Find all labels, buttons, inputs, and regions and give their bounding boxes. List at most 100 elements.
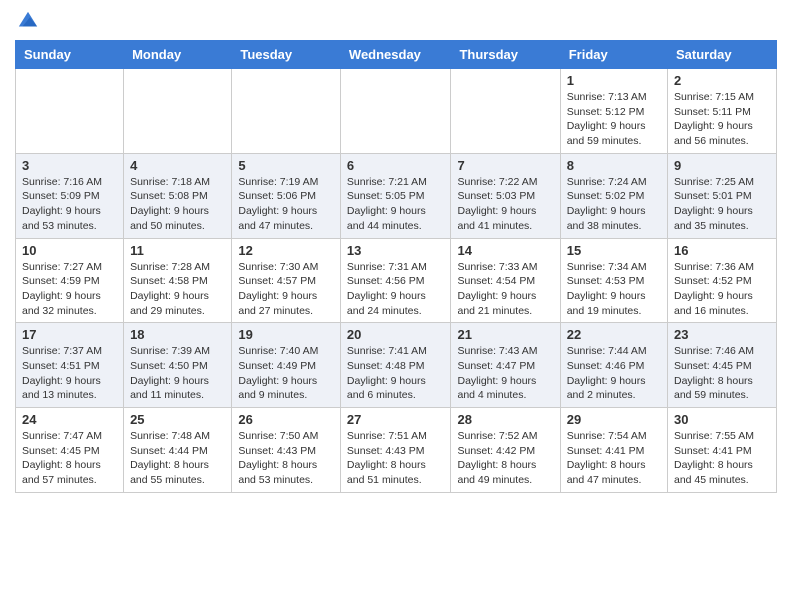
day-cell: 15Sunrise: 7:34 AM Sunset: 4:53 PM Dayli…: [560, 238, 667, 323]
day-cell: 18 Sunrise: 7:39 AM Sunset: 4:50 PM Dayli…: [124, 323, 232, 408]
calendar-body: 1Sunrise: 7:13 AM Sunset: 5:12 PM Daylig…: [16, 69, 777, 493]
day-cell: 11 Sunrise: 7:28 AM Sunset: 4:58 PM Dayli…: [124, 238, 232, 323]
calendar: Sunday Monday Tuesday Wednesday Thursday…: [15, 40, 777, 493]
day-cell: 21Sunrise: 7:43 AM Sunset: 4:47 PM Dayli…: [451, 323, 560, 408]
day-cell: [340, 69, 451, 154]
day-info: Sunrise: 7:39 AM Sunset: 4:50 PM Dayligh…: [130, 344, 225, 403]
day-number: 1: [567, 73, 661, 88]
day-number: 25: [130, 412, 225, 427]
week-row-1: 1Sunrise: 7:13 AM Sunset: 5:12 PM Daylig…: [16, 69, 777, 154]
weekday-row: Sunday Monday Tuesday Wednesday Thursday…: [16, 41, 777, 69]
day-number: 12: [238, 243, 334, 258]
col-tuesday: Tuesday: [232, 41, 341, 69]
day-cell: 14 Sunrise: 7:33 AM Sunset: 4:54 PM Dayli…: [451, 238, 560, 323]
day-info: Sunrise: 7:16 AM Sunset: 5:09 PM Dayligh…: [22, 175, 117, 234]
day-cell: [232, 69, 341, 154]
day-number: 30: [674, 412, 770, 427]
day-number: 16: [674, 243, 770, 258]
day-cell: 20 Sunrise: 7:41 AM Sunset: 4:48 PM Dayli…: [340, 323, 451, 408]
day-info: Sunrise: 7:55 AM Sunset: 4:41 PM Dayligh…: [674, 429, 770, 488]
day-number: 19: [238, 327, 334, 342]
day-number: 2: [674, 73, 770, 88]
day-number: 24: [22, 412, 117, 427]
day-cell: 24 Sunrise: 7:47 AM Sunset: 4:45 PM Dayli…: [16, 408, 124, 493]
day-number: 10: [22, 243, 117, 258]
day-number: 6: [347, 158, 445, 173]
col-monday: Monday: [124, 41, 232, 69]
day-cell: 9 Sunrise: 7:25 AM Sunset: 5:01 PM Daylig…: [668, 153, 777, 238]
day-number: 13: [347, 243, 445, 258]
day-number: 8: [567, 158, 661, 173]
day-number: 9: [674, 158, 770, 173]
day-number: 14: [457, 243, 553, 258]
day-number: 7: [457, 158, 553, 173]
day-info: Sunrise: 7:33 AM Sunset: 4:54 PM Dayligh…: [457, 260, 553, 319]
day-info: Sunrise: 7:31 AM Sunset: 4:56 PM Dayligh…: [347, 260, 445, 319]
day-info: Sunrise: 7:46 AM Sunset: 4:45 PM Dayligh…: [674, 344, 770, 403]
week-row-4: 17 Sunrise: 7:37 AM Sunset: 4:51 PM Dayli…: [16, 323, 777, 408]
day-info: Sunrise: 7:18 AM Sunset: 5:08 PM Dayligh…: [130, 175, 225, 234]
day-info: Sunrise: 7:44 AM Sunset: 4:46 PM Dayligh…: [567, 344, 661, 403]
col-saturday: Saturday: [668, 41, 777, 69]
day-info: Sunrise: 7:24 AM Sunset: 5:02 PM Dayligh…: [567, 175, 661, 234]
day-number: 15: [567, 243, 661, 258]
day-number: 26: [238, 412, 334, 427]
day-cell: 3 Sunrise: 7:16 AM Sunset: 5:09 PM Daylig…: [16, 153, 124, 238]
day-cell: [16, 69, 124, 154]
week-row-3: 10Sunrise: 7:27 AM Sunset: 4:59 PM Dayli…: [16, 238, 777, 323]
col-wednesday: Wednesday: [340, 41, 451, 69]
col-sunday: Sunday: [16, 41, 124, 69]
day-info: Sunrise: 7:41 AM Sunset: 4:48 PM Dayligh…: [347, 344, 445, 403]
day-number: 28: [457, 412, 553, 427]
day-cell: 28 Sunrise: 7:52 AM Sunset: 4:42 PM Dayli…: [451, 408, 560, 493]
day-info: Sunrise: 7:19 AM Sunset: 5:06 PM Dayligh…: [238, 175, 334, 234]
day-cell: [124, 69, 232, 154]
logo-text: [15, 10, 39, 32]
day-cell: 6 Sunrise: 7:21 AM Sunset: 5:05 PM Daylig…: [340, 153, 451, 238]
day-cell: 23 Sunrise: 7:46 AM Sunset: 4:45 PM Dayli…: [668, 323, 777, 408]
logo: [15, 10, 39, 32]
day-cell: 29Sunrise: 7:54 AM Sunset: 4:41 PM Dayli…: [560, 408, 667, 493]
day-cell: 17 Sunrise: 7:37 AM Sunset: 4:51 PM Dayli…: [16, 323, 124, 408]
day-cell: 1Sunrise: 7:13 AM Sunset: 5:12 PM Daylig…: [560, 69, 667, 154]
page: Sunday Monday Tuesday Wednesday Thursday…: [0, 0, 792, 503]
day-cell: 8 Sunrise: 7:24 AM Sunset: 5:02 PM Daylig…: [560, 153, 667, 238]
day-number: 17: [22, 327, 117, 342]
day-cell: 19 Sunrise: 7:40 AM Sunset: 4:49 PM Dayli…: [232, 323, 341, 408]
day-info: Sunrise: 7:37 AM Sunset: 4:51 PM Dayligh…: [22, 344, 117, 403]
day-info: Sunrise: 7:54 AM Sunset: 4:41 PM Dayligh…: [567, 429, 661, 488]
day-info: Sunrise: 7:47 AM Sunset: 4:45 PM Dayligh…: [22, 429, 117, 488]
day-cell: 30 Sunrise: 7:55 AM Sunset: 4:41 PM Dayli…: [668, 408, 777, 493]
day-number: 22: [567, 327, 661, 342]
day-cell: 22 Sunrise: 7:44 AM Sunset: 4:46 PM Dayli…: [560, 323, 667, 408]
day-cell: 12Sunrise: 7:30 AM Sunset: 4:57 PM Dayli…: [232, 238, 341, 323]
day-info: Sunrise: 7:52 AM Sunset: 4:42 PM Dayligh…: [457, 429, 553, 488]
day-number: 3: [22, 158, 117, 173]
day-cell: 16 Sunrise: 7:36 AM Sunset: 4:52 PM Dayli…: [668, 238, 777, 323]
day-number: 20: [347, 327, 445, 342]
day-info: Sunrise: 7:40 AM Sunset: 4:49 PM Dayligh…: [238, 344, 334, 403]
day-number: 23: [674, 327, 770, 342]
week-row-5: 24 Sunrise: 7:47 AM Sunset: 4:45 PM Dayli…: [16, 408, 777, 493]
day-number: 4: [130, 158, 225, 173]
day-cell: 2Sunrise: 7:15 AM Sunset: 5:11 PM Daylig…: [668, 69, 777, 154]
day-info: Sunrise: 7:21 AM Sunset: 5:05 PM Dayligh…: [347, 175, 445, 234]
day-cell: 13 Sunrise: 7:31 AM Sunset: 4:56 PM Dayli…: [340, 238, 451, 323]
day-cell: 26 Sunrise: 7:50 AM Sunset: 4:43 PM Dayli…: [232, 408, 341, 493]
day-number: 18: [130, 327, 225, 342]
day-info: Sunrise: 7:51 AM Sunset: 4:43 PM Dayligh…: [347, 429, 445, 488]
day-info: Sunrise: 7:36 AM Sunset: 4:52 PM Dayligh…: [674, 260, 770, 319]
day-info: Sunrise: 7:25 AM Sunset: 5:01 PM Dayligh…: [674, 175, 770, 234]
day-number: 27: [347, 412, 445, 427]
day-number: 21: [457, 327, 553, 342]
calendar-header: Sunday Monday Tuesday Wednesday Thursday…: [16, 41, 777, 69]
day-info: Sunrise: 7:50 AM Sunset: 4:43 PM Dayligh…: [238, 429, 334, 488]
col-thursday: Thursday: [451, 41, 560, 69]
day-info: Sunrise: 7:22 AM Sunset: 5:03 PM Dayligh…: [457, 175, 553, 234]
header: [15, 10, 777, 32]
day-cell: 7 Sunrise: 7:22 AM Sunset: 5:03 PM Daylig…: [451, 153, 560, 238]
logo-icon: [17, 10, 39, 32]
day-info: Sunrise: 7:28 AM Sunset: 4:58 PM Dayligh…: [130, 260, 225, 319]
day-number: 11: [130, 243, 225, 258]
day-cell: 10Sunrise: 7:27 AM Sunset: 4:59 PM Dayli…: [16, 238, 124, 323]
